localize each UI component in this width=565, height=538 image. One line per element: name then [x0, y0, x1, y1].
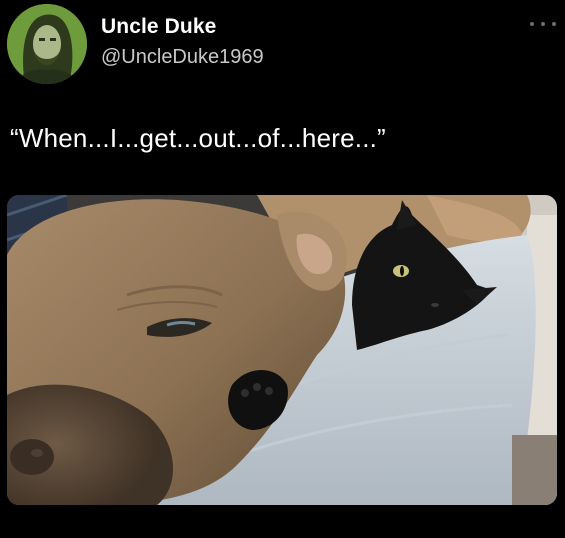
tweet-text: “When...I...get...out...of...here...” [10, 123, 386, 153]
more-dot [552, 22, 556, 26]
tweet-photo[interactable] [7, 195, 557, 505]
photo-dog-and-cat [7, 195, 557, 505]
more-dot [541, 22, 545, 26]
more-options-icon[interactable] [530, 18, 556, 30]
avatar-image [7, 4, 87, 84]
user-handle[interactable]: @UncleDuke1969 [101, 46, 264, 69]
more-dot [530, 22, 534, 26]
display-name[interactable]: Uncle Duke [101, 15, 216, 39]
tweet: Uncle Duke @UncleDuke1969 “When...I...ge… [0, 0, 565, 538]
avatar[interactable] [7, 4, 87, 84]
